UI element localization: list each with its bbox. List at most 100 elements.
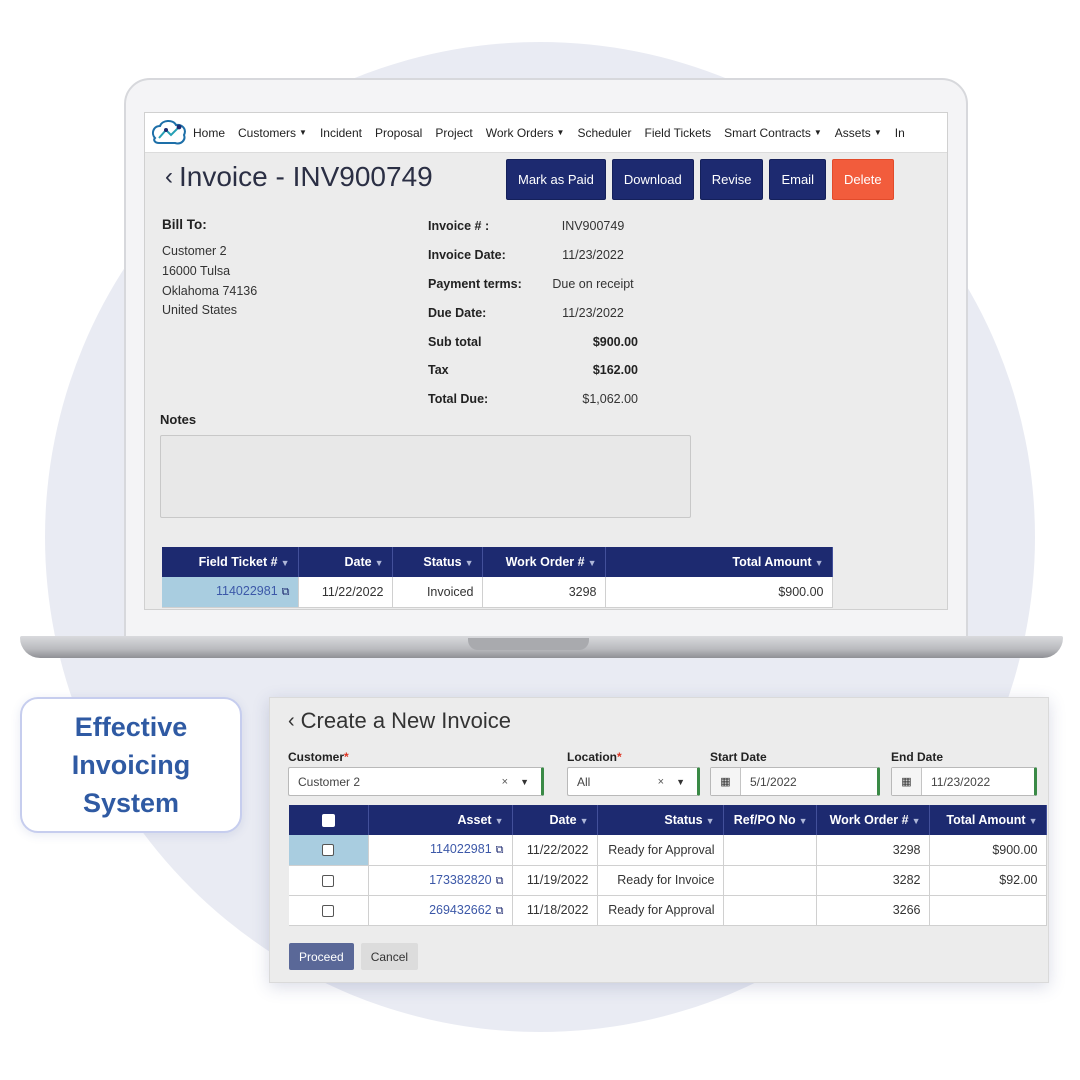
- location-value: All: [577, 774, 591, 789]
- external-link-icon[interactable]: ⧉: [282, 586, 290, 598]
- filter-icon[interactable]: ▼: [375, 558, 384, 568]
- detail-label: Invoice # :: [428, 219, 490, 234]
- asset-link[interactable]: 173382820 ⧉: [368, 865, 513, 896]
- column-header[interactable]: Status ▼: [597, 805, 724, 835]
- calendar-icon[interactable]: ▦: [711, 768, 741, 795]
- column-header[interactable]: Total Amount ▼: [929, 805, 1047, 835]
- column-header[interactable]: Status ▼: [392, 547, 483, 577]
- filter-icon[interactable]: ▼: [912, 816, 921, 826]
- nav-customers[interactable]: Customers ▼: [238, 126, 307, 140]
- field-ticket-table: Field Ticket # ▼ Date ▼ Status ▼ Work Order…: [162, 547, 833, 608]
- filter-icon[interactable]: ▼: [799, 816, 808, 826]
- customer-value: Customer 2: [298, 774, 361, 789]
- clear-icon[interactable]: ×: [502, 776, 508, 788]
- chevron-down-icon[interactable]: ▼: [676, 777, 685, 787]
- start-date-input[interactable]: ▦ 5/1/2022: [710, 767, 880, 796]
- select-all-header[interactable]: [289, 805, 369, 835]
- badge-line: Invoicing: [71, 750, 191, 780]
- column-header[interactable]: Total Amount ▼: [605, 547, 833, 577]
- column-header[interactable]: Work Order # ▼: [482, 547, 606, 577]
- chevron-down-icon: ▼: [299, 128, 307, 137]
- delete-button[interactable]: Delete: [831, 159, 894, 200]
- filter-icon[interactable]: ▼: [815, 558, 824, 568]
- mark-as-paid-button[interactable]: Mark as Paid: [506, 159, 606, 200]
- chevron-down-icon: ▼: [813, 128, 822, 137]
- nav-assets[interactable]: Assets ▼: [835, 126, 882, 140]
- filter-icon[interactable]: ▼: [281, 558, 290, 568]
- nav-smart-contracts[interactable]: Smart Contracts ▼: [724, 126, 822, 140]
- clear-icon[interactable]: ×: [658, 776, 664, 788]
- calendar-icon[interactable]: ▦: [892, 768, 922, 795]
- nav-field-tickets[interactable]: Field Tickets: [644, 126, 711, 140]
- laptop-screen: Home Customers ▼ Incident Proposal Projec…: [144, 112, 948, 610]
- row-work-order: 3266: [816, 895, 930, 926]
- filter-icon[interactable]: ▼: [1029, 816, 1038, 826]
- start-date-label: Start Date: [710, 750, 767, 764]
- row-work-order: 3282: [816, 865, 930, 896]
- select-all-checkbox[interactable]: [321, 814, 335, 828]
- filter-icon[interactable]: ▼: [588, 558, 597, 568]
- row-checkbox[interactable]: [322, 904, 335, 917]
- row-work-order: 3298: [816, 835, 930, 866]
- cancel-button[interactable]: Cancel: [360, 943, 419, 970]
- end-date-input[interactable]: ▦ 11/23/2022: [891, 767, 1037, 796]
- nav-incident[interactable]: Incident: [320, 126, 362, 140]
- detail-value: 11/23/2022: [562, 248, 624, 263]
- chevron-down-icon[interactable]: ▼: [520, 777, 529, 787]
- nav-scheduler[interactable]: Scheduler: [577, 126, 631, 140]
- nav-project[interactable]: Project: [435, 126, 472, 140]
- notes-textarea[interactable]: [160, 435, 691, 518]
- row-select[interactable]: [289, 895, 369, 926]
- detail-row: Tax $162.00: [428, 356, 638, 385]
- external-link-icon[interactable]: ⧉: [496, 844, 504, 856]
- location-select[interactable]: All × ▼: [567, 767, 700, 796]
- row-status: Ready for Invoice: [597, 865, 724, 896]
- back-chevron-icon[interactable]: ‹: [165, 163, 173, 191]
- customer-select[interactable]: Customer 2 × ▼: [288, 767, 544, 796]
- revise-button[interactable]: Revise: [699, 159, 764, 200]
- row-date: 11/22/2022: [512, 835, 598, 866]
- app-logo-icon[interactable]: [145, 113, 193, 153]
- column-header[interactable]: Work Order # ▼: [816, 805, 930, 835]
- nav-truncated[interactable]: In: [895, 126, 905, 140]
- detail-value: $900.00: [592, 334, 638, 349]
- filter-icon[interactable]: ▼: [465, 558, 474, 568]
- nav-work-orders[interactable]: Work Orders ▼: [486, 126, 565, 140]
- laptop-notch: [468, 638, 589, 650]
- detail-row: Due Date: 11/23/2022: [428, 298, 638, 327]
- column-header[interactable]: Date ▼: [512, 805, 598, 835]
- row-select[interactable]: [289, 835, 369, 866]
- create-invoice-title: Create a New Invoice: [300, 708, 511, 733]
- filter-icon[interactable]: ▼: [495, 816, 504, 826]
- column-header[interactable]: Date ▼: [298, 547, 393, 577]
- column-header[interactable]: Field Ticket # ▼: [162, 547, 299, 577]
- filter-icon[interactable]: ▼: [706, 816, 715, 826]
- detail-value: 11/23/2022: [562, 305, 624, 320]
- external-link-icon[interactable]: ⧉: [496, 905, 504, 917]
- nav-proposal[interactable]: Proposal: [375, 126, 422, 140]
- nav-home[interactable]: Home: [193, 126, 225, 140]
- filter-icon[interactable]: ▼: [580, 816, 589, 826]
- row-checkbox[interactable]: [322, 874, 335, 887]
- column-header[interactable]: Ref/PO No ▼: [723, 805, 817, 835]
- column-header[interactable]: Asset ▼: [368, 805, 513, 835]
- feature-badge: Effective Invoicing System: [20, 697, 242, 833]
- row-select[interactable]: [289, 865, 369, 896]
- back-chevron-icon[interactable]: ‹: [288, 710, 295, 733]
- bill-to-section: Bill To: Customer 2 16000 Tulsa Oklahoma…: [162, 217, 257, 321]
- download-button[interactable]: Download: [611, 159, 694, 200]
- table-row: 114022981 ⧉ 11/22/2022 Invoiced 3298 $900…: [162, 577, 833, 608]
- proceed-button[interactable]: Proceed: [289, 943, 354, 970]
- ticket-link[interactable]: 114022981 ⧉: [162, 577, 299, 608]
- chevron-down-icon: ▼: [873, 128, 882, 137]
- row-status: Ready for Approval: [597, 835, 724, 866]
- detail-label: Sub total: [428, 334, 482, 349]
- email-button[interactable]: Email: [769, 159, 826, 200]
- asset-link[interactable]: 114022981 ⧉: [368, 835, 513, 866]
- invoice-items-table: Asset ▼ Date ▼ Status ▼ Ref/PO No ▼ Work Ord…: [289, 805, 1047, 926]
- detail-value: INV900749: [561, 219, 625, 234]
- end-date-label: End Date: [891, 750, 944, 764]
- row-checkbox[interactable]: [322, 844, 335, 857]
- asset-link[interactable]: 269432662 ⧉: [368, 895, 513, 926]
- external-link-icon[interactable]: ⧉: [496, 875, 504, 887]
